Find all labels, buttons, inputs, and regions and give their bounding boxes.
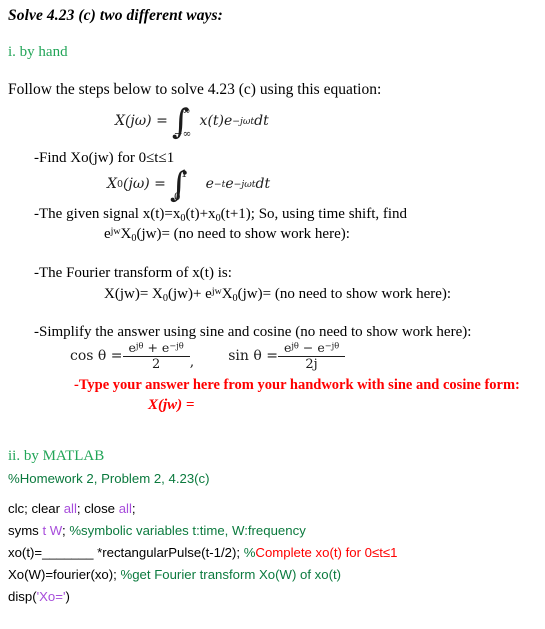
integral-upper-limit: ∞	[181, 105, 191, 117]
equation-x0-definition: X 0 (jω) = ∫ 1 0 e −t e −jωt dt	[107, 165, 271, 205]
step3-text-d: (jw)= (no need to show work here):	[237, 286, 452, 303]
sin-lhs: sin θ =	[228, 348, 278, 365]
integrand: x(t)e	[199, 113, 233, 130]
cos-numerator: ejθ + e−jθ	[126, 341, 187, 356]
line-disp-token-0: disp(	[8, 589, 37, 604]
line-xot: xo(t)=_______ *rectangularPulse(t-1/2); …	[8, 545, 397, 560]
section-heading-by-hand: i. by hand	[8, 44, 68, 60]
step2-text-tail: (jw)= (no need to show work here):	[136, 226, 350, 243]
step2-X-base: X	[120, 226, 132, 243]
answer-prompt: -Type your answer here from your handwor…	[74, 377, 520, 393]
line-syms-token-1: t W	[42, 523, 62, 538]
term2-exponent: −jωt	[233, 178, 256, 190]
intro-text: Follow the steps below to solve 4.23 (c)…	[8, 81, 382, 98]
term1-exponent: −t	[213, 178, 226, 190]
integral-sign: ∫ ∞ −∞	[171, 102, 192, 142]
sin-num-operator: −	[302, 340, 314, 355]
sin-numerator: ejθ − e−jθ	[281, 341, 342, 356]
line-disp-token-1: 'Xo='	[36, 589, 66, 604]
equation-fourier-definition: X(jω) = ∫ ∞ −∞ x(t)e −jωt dt	[115, 102, 269, 142]
cos-num-a: e	[128, 340, 136, 355]
step3-line1: -The Fourier transform of x(t) is:	[34, 265, 232, 281]
step3-sup: jw	[211, 286, 222, 297]
line-clc-token-0: clc; clear	[8, 501, 64, 516]
document-page: Solve 4.23 (c) two different ways: i. by…	[0, 0, 545, 629]
line-xot-token-3: %	[243, 545, 256, 560]
integral-sign: ∫ 1 0	[169, 165, 188, 205]
sin-num-b-exp: −jθ	[324, 340, 340, 351]
cos-lhs: cos θ =	[70, 348, 123, 365]
line-fourier-token-0: Xo(W)=fourier(xo);	[8, 567, 121, 582]
line-disp: disp('Xo=')	[8, 589, 70, 604]
line-clc: clc; clear all; close all;	[8, 501, 136, 516]
cos-num-operator: +	[147, 340, 158, 355]
step3-text-b: (jw)+ e	[167, 286, 212, 303]
differential: dt	[255, 176, 271, 193]
step3-text-c: X	[221, 286, 233, 303]
x0-lhs-rest: (jω) =	[123, 176, 166, 193]
line-clc-token-3: all	[118, 501, 132, 516]
step2-line2: ejwX0(jw)= (no need to show work here):	[104, 226, 350, 244]
line-fourier: Xo(W)=fourier(xo); %get Fourier transfor…	[8, 567, 341, 582]
integrand-exponent: −jωt	[232, 115, 255, 127]
sin-fraction: ejθ − e−jθ 2j	[277, 341, 346, 372]
line-comment-header-token-0: %Homework 2, Problem 2, 4.23(c)	[8, 471, 210, 486]
page-title: Solve 4.23 (c) two different ways:	[8, 7, 223, 24]
line-syms-token-0: syms	[8, 523, 43, 538]
sin-num-b: e	[317, 340, 325, 355]
cos-num-b-exp: −jθ	[169, 340, 184, 351]
line-fourier-token-1: %get Fourier transform Xo(W) of xo(t)	[120, 567, 342, 582]
step2-text-c: (t+1); So, using time shift, find	[220, 206, 408, 222]
line-xot-token-1: _______	[42, 545, 94, 560]
equation-comma: ,	[189, 353, 195, 370]
integral-lower-limit: −∞	[173, 128, 192, 141]
line-comment-header: %Homework 2, Problem 2, 4.23(c)	[8, 471, 210, 486]
line-xot-token-2: *rectangularPulse(t-1/2);	[93, 545, 244, 560]
line-clc-token-4: ;	[131, 501, 136, 516]
line-syms: syms t W; %symbolic variables t:time, W:…	[8, 523, 306, 538]
term2-base: e	[225, 176, 234, 193]
line-clc-token-1: all	[63, 501, 77, 516]
line-xot-token-4: Complete xo(t) for 0≤t≤1	[255, 545, 398, 560]
integral-lower-limit: 0	[173, 191, 181, 204]
step2-text-b: (t)+x	[185, 206, 216, 222]
step4-line1: -Simplify the answer using sine and cosi…	[34, 324, 472, 340]
step3-line2: X(jw)= X0(jw)+ ejwX0(jw)= (no need to sh…	[104, 286, 451, 304]
line-syms-token-3: %symbolic variables t:time, W:frequency	[69, 523, 306, 538]
sin-num-a-exp: jθ	[291, 340, 299, 351]
step3-text-a: X(jw)= X	[104, 286, 163, 303]
answer-equation-placeholder: X(jw) =	[148, 397, 195, 413]
step2-text-a: -The given signal x(t)=x	[34, 206, 181, 222]
step2-line1: -The given signal x(t)=x0(t)+x0(t+1); So…	[34, 206, 407, 224]
step1-label: -Find Xo(jw) for 0≤t≤1	[34, 150, 175, 166]
line-clc-token-2: ; close	[76, 501, 119, 516]
differential: dt	[254, 113, 269, 130]
term1-base: e	[205, 176, 214, 193]
step2-e-exponent: jw	[110, 226, 121, 237]
line-disp-token-2: )	[65, 589, 70, 604]
step2-e-base: e	[104, 226, 111, 243]
sin-denominator: 2j	[277, 355, 346, 372]
x0-lhs-base: X	[107, 176, 117, 193]
cos-fraction: ejθ + e−jθ 2	[122, 341, 190, 372]
cos-num-a-exp: jθ	[135, 340, 144, 351]
equation-euler-identities: cos θ = ejθ + e−jθ 2 , sin θ = ejθ − e−j…	[70, 341, 346, 372]
cos-denominator: 2	[122, 355, 190, 372]
integral-upper-limit: 1	[180, 168, 188, 180]
section-heading-by-matlab: ii. by MATLAB	[8, 448, 105, 464]
line-xot-token-0: xo(t)=	[8, 545, 43, 560]
equation-lhs: X(jω) =	[115, 113, 168, 130]
